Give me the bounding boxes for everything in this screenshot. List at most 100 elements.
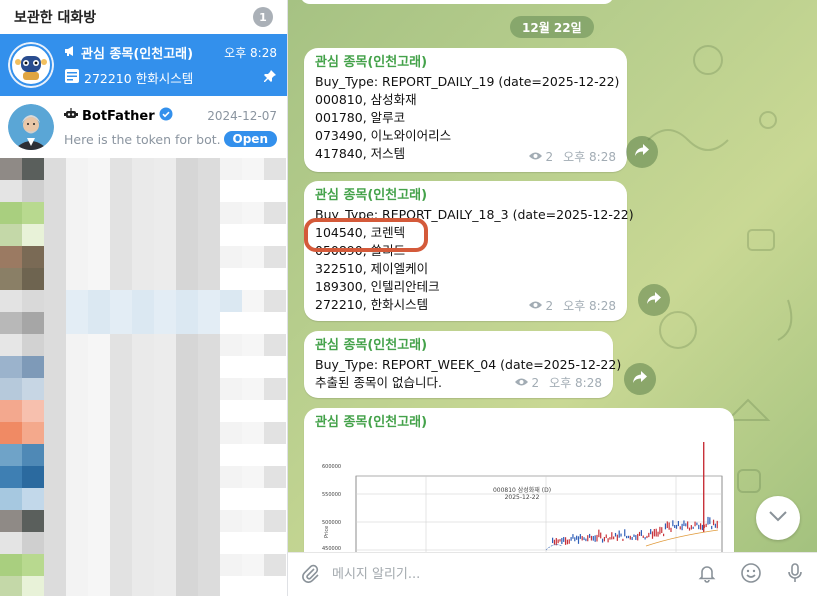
blurred-tile xyxy=(132,290,154,312)
archived-header[interactable]: 보관한 대화방 1 xyxy=(0,0,287,34)
candle xyxy=(579,534,581,539)
chat-item-botfather[interactable]: BotFather 2024-12-07 Here is the token f… xyxy=(0,96,287,158)
blurred-tile xyxy=(88,180,110,202)
blurred-tile xyxy=(66,510,88,532)
message-sender: 관심 종목(인천고래) xyxy=(315,188,428,203)
blurred-tile xyxy=(198,576,220,596)
blurred-tile xyxy=(44,202,66,224)
blurred-tile xyxy=(66,532,88,554)
blurred-tile xyxy=(44,554,66,576)
blurred-tile xyxy=(220,576,242,596)
eye-icon xyxy=(514,374,529,392)
notifications-button[interactable] xyxy=(685,553,729,596)
blurred-tile xyxy=(242,356,264,378)
blurred-tile xyxy=(154,510,176,532)
candle xyxy=(594,535,596,542)
blurred-tile xyxy=(110,268,132,290)
blurred-tile xyxy=(66,356,88,378)
blurred-tile xyxy=(0,576,22,596)
candle xyxy=(694,521,696,527)
blurred-tile xyxy=(132,356,154,378)
candle xyxy=(596,534,598,542)
blurred-tile xyxy=(264,224,286,246)
message-sender: 관심 종목(인천고래) xyxy=(315,55,428,70)
forward-button[interactable] xyxy=(624,363,656,395)
candle xyxy=(701,524,704,531)
blurred-tile xyxy=(88,444,110,466)
blurred-tile xyxy=(110,158,132,180)
message-bubble[interactable]: 관심 종목(인천고래) Buy_Type: REPORT_DAILY_19 (d… xyxy=(304,48,627,172)
blurred-chat-list xyxy=(0,158,287,596)
blurred-tile xyxy=(264,202,286,224)
y-tick-label: 600000 xyxy=(322,464,341,470)
voice-record-button[interactable] xyxy=(773,553,817,596)
blurred-tile xyxy=(154,356,176,378)
blurred-tile xyxy=(88,246,110,268)
emoji-button[interactable] xyxy=(729,553,773,596)
stock-chart-image[interactable]: 000810 삼성화재 (D) 2025-12-22 600000 550000… xyxy=(316,438,724,552)
blurred-tile xyxy=(66,224,88,246)
candle xyxy=(568,539,570,544)
microphone-icon xyxy=(786,562,804,588)
chat-list-sidebar: 보관한 대화방 1 관심 종목(인천고래) 오후 8:28 272210 한화시… xyxy=(0,0,288,596)
blurred-tile xyxy=(110,202,132,224)
blurred-tile xyxy=(0,180,22,202)
candle xyxy=(707,516,709,525)
chat-item-watchlist[interactable]: 관심 종목(인천고래) 오후 8:28 272210 한화시스템 xyxy=(0,34,287,96)
chevron-down-icon xyxy=(768,510,788,526)
blurred-tile xyxy=(220,158,242,180)
blurred-tile xyxy=(110,488,132,510)
blurred-tile xyxy=(110,334,132,356)
blurred-tile xyxy=(154,488,176,510)
chat-name: BotFather xyxy=(82,108,155,124)
blurred-tile xyxy=(176,158,198,180)
blurred-tile xyxy=(0,334,22,356)
blurred-tile xyxy=(220,334,242,356)
message-bubble[interactable]: 관심 종목(인천고래) Buy_Type: REPORT_DAILY_18_3 … xyxy=(304,181,634,321)
blurred-tile xyxy=(22,576,44,596)
blurred-tile xyxy=(132,334,154,356)
candle xyxy=(600,532,602,539)
blurred-tile xyxy=(264,158,286,180)
forward-button[interactable] xyxy=(626,136,658,168)
forward-button[interactable] xyxy=(638,284,670,316)
candle xyxy=(613,536,615,540)
open-bot-button[interactable]: Open xyxy=(223,131,277,147)
blurred-tile xyxy=(66,444,88,466)
pin-icon xyxy=(263,69,277,87)
blurred-tile xyxy=(154,158,176,180)
blurred-tile xyxy=(198,554,220,576)
blurred-tile xyxy=(22,466,44,488)
candle xyxy=(635,535,637,540)
candle xyxy=(603,536,605,542)
blurred-tile xyxy=(198,444,220,466)
view-count: 2 xyxy=(531,376,540,390)
blurred-tile xyxy=(44,378,66,400)
message-input[interactable] xyxy=(332,559,685,590)
bot-icon xyxy=(64,108,78,124)
blurred-tile xyxy=(0,378,22,400)
candle xyxy=(627,535,630,539)
attach-button[interactable] xyxy=(288,553,332,596)
candle xyxy=(657,531,659,537)
blurred-tile xyxy=(176,202,198,224)
bell-icon xyxy=(697,563,717,587)
candle xyxy=(585,538,587,542)
blurred-tile xyxy=(198,422,220,444)
blurred-tile xyxy=(22,554,44,576)
candle xyxy=(581,536,583,541)
blurred-tile xyxy=(264,576,286,596)
blurred-tile xyxy=(242,576,264,596)
blurred-tile xyxy=(242,378,264,400)
message-bubble[interactable]: 관심 종목(인천고래) Buy_Type: REPORT_WEEK_04 (da… xyxy=(304,331,621,398)
blurred-tile xyxy=(0,488,22,510)
blurred-tile xyxy=(264,488,286,510)
message-time: 오후 8:28 xyxy=(563,299,616,313)
candle xyxy=(577,536,580,544)
blurred-tile xyxy=(22,246,44,268)
avatar xyxy=(8,104,54,150)
blurred-tile xyxy=(0,312,22,334)
blurred-tile xyxy=(22,378,44,400)
scroll-to-bottom-button[interactable] xyxy=(756,496,800,540)
blurred-tile xyxy=(264,466,286,488)
